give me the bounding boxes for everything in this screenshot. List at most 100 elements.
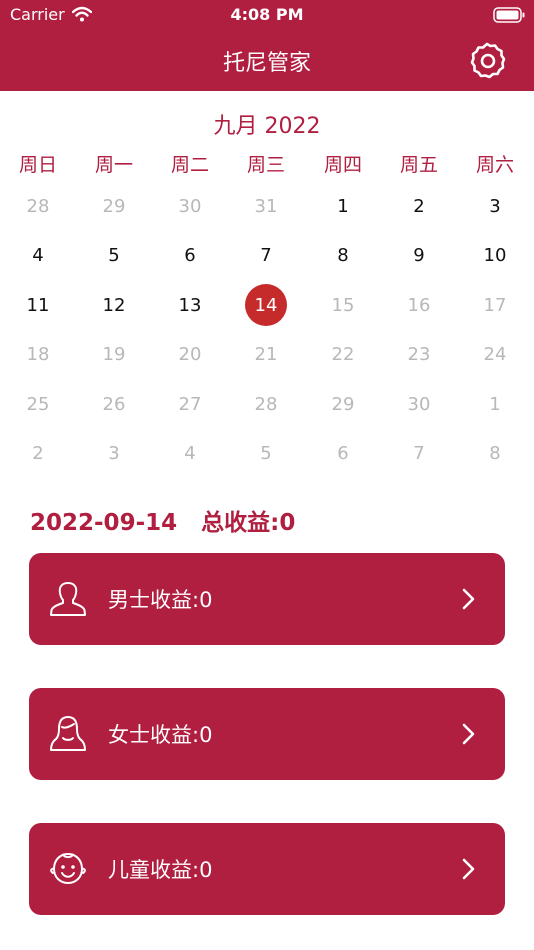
calendar-day[interactable]: 5 [228,429,304,478]
calendar-day-number: 4 [184,443,196,464]
weekday-label: 周二 [170,154,209,176]
calendar-day-number: 28 [254,393,278,415]
calendar-day-number: 7 [413,443,425,464]
calendar-day[interactable]: 6 [305,429,381,478]
calendar-day-selected[interactable]: 14 [228,281,304,330]
calendar-day-number: 8 [489,443,501,464]
calendar-day[interactable]: 1 [305,182,381,231]
calendar-day[interactable]: 3 [76,429,152,478]
calendar-day[interactable]: 17 [457,281,533,330]
calendar-day-number: 21 [254,344,278,366]
calendar-day[interactable]: 5 [76,231,152,280]
women-earnings-card[interactable]: 女士收益:0 [29,688,505,780]
status-bar: Carrier 4:08 PM [0,0,534,30]
total-earnings: 总收益:0 [201,510,296,536]
calendar-day[interactable]: 23 [381,330,457,379]
children-earnings-card[interactable]: 儿童收益:0 [29,823,505,915]
calendar-day-number: 1 [337,196,349,217]
calendar-day-number: 22 [331,344,355,366]
men-earnings-card[interactable]: 男士收益:0 [29,553,505,645]
calendar-day-number: 3 [108,443,120,464]
calendar-day[interactable]: 2 [0,429,76,478]
calendar-day-number: 15 [331,294,355,316]
calendar-day[interactable]: 15 [305,281,381,330]
calendar-day[interactable]: 22 [305,330,381,379]
calendar-day-number: 31 [254,196,278,217]
calendar-day[interactable]: 29 [305,380,381,429]
gear-icon[interactable] [469,42,507,80]
calendar-day[interactable]: 20 [152,330,228,379]
weekday-label: 周四 [323,154,362,176]
calendar-day-number: 12 [102,294,126,316]
calendar-day[interactable]: 12 [76,281,152,330]
calendar-day[interactable]: 24 [457,330,533,379]
calendar-day[interactable]: 21 [228,330,304,379]
calendar-day[interactable]: 2 [381,182,457,231]
weekday-label: 周五 [399,154,438,176]
calendar-day-number: 2 [413,196,425,217]
man-icon [50,582,86,616]
calendar-day-number: 7 [260,245,272,267]
calendar-day[interactable]: 31 [228,182,304,231]
calendar-day-number: 10 [483,245,507,267]
calendar-day[interactable]: 30 [381,380,457,429]
calendar-day-number: 5 [260,443,272,464]
calendar-day-number: 13 [178,294,202,316]
calendar-day-number: 8 [337,245,349,267]
calendar-day[interactable]: 9 [381,231,457,280]
calendar-day-number: 1 [489,393,501,415]
calendar-month-title: 九月 2022 [213,114,321,139]
page-title: 托尼管家 [222,51,311,76]
calendar-day-number: 23 [407,344,431,366]
calendar-day[interactable]: 16 [381,281,457,330]
calendar-day-number: 30 [407,393,431,415]
calendar-day-number: 4 [32,245,44,267]
chevron-right-icon [462,858,475,880]
calendar-day[interactable]: 10 [457,231,533,280]
calendar-day[interactable]: 7 [228,231,304,280]
calendar-day[interactable]: 19 [76,330,152,379]
calendar-day[interactable]: 29 [76,182,152,231]
calendar-day-number: 29 [331,393,355,415]
calendar-day[interactable]: 8 [305,231,381,280]
weekday-header-row: 周日 周一 周二 周三 周四 周五 周六 [0,150,534,180]
calendar-day-number: 19 [102,344,126,366]
calendar-day[interactable]: 1 [457,380,533,429]
calendar-day-number: 27 [178,393,202,415]
calendar-day-number: 5 [108,245,120,267]
calendar-day[interactable]: 28 [228,380,304,429]
calendar-day-number: 9 [413,245,425,267]
calendar-day[interactable]: 8 [457,429,533,478]
calendar-day[interactable]: 30 [152,182,228,231]
weekday-label: 周六 [475,154,514,176]
status-time: 4:08 PM [230,5,304,24]
calendar-day-number: 30 [178,196,202,217]
calendar-day[interactable]: 3 [457,182,533,231]
calendar-day[interactable]: 4 [152,429,228,478]
women-earnings-label: 女士收益:0 [108,723,213,747]
weekday-label: 周一 [94,154,133,176]
calendar-day-number: 29 [102,196,126,217]
calendar-day[interactable]: 26 [76,380,152,429]
calendar-day-number: 28 [26,196,50,217]
calendar-day-number: 25 [26,393,50,415]
chevron-right-icon [462,588,475,610]
app-header: Carrier 4:08 PM 托尼管家 [0,0,534,91]
chevron-right-icon [462,723,475,745]
calendar-day[interactable]: 11 [0,281,76,330]
calendar-day[interactable]: 27 [152,380,228,429]
calendar-day[interactable]: 4 [0,231,76,280]
calendar-day[interactable]: 18 [0,330,76,379]
calendar-day-number: 20 [178,344,202,366]
selected-date: 2022-09-14 [30,510,178,536]
calendar-day[interactable]: 6 [152,231,228,280]
calendar-day[interactable]: 13 [152,281,228,330]
child-icon [50,852,86,885]
calendar-day[interactable]: 25 [0,380,76,429]
calendar-days-grid: 28 29 30 31 1 2 3 4 5 6 7 8 9 10 11 12 13 14 15 16 17 18 19 20 2… [0,182,534,482]
calendar-day[interactable]: 28 [0,182,76,231]
earnings-summary: 2022-09-14 总收益:0 [30,503,295,537]
calendar-day[interactable]: 7 [381,429,457,478]
woman-icon [50,716,86,751]
calendar-day-number: 14 [245,284,287,327]
